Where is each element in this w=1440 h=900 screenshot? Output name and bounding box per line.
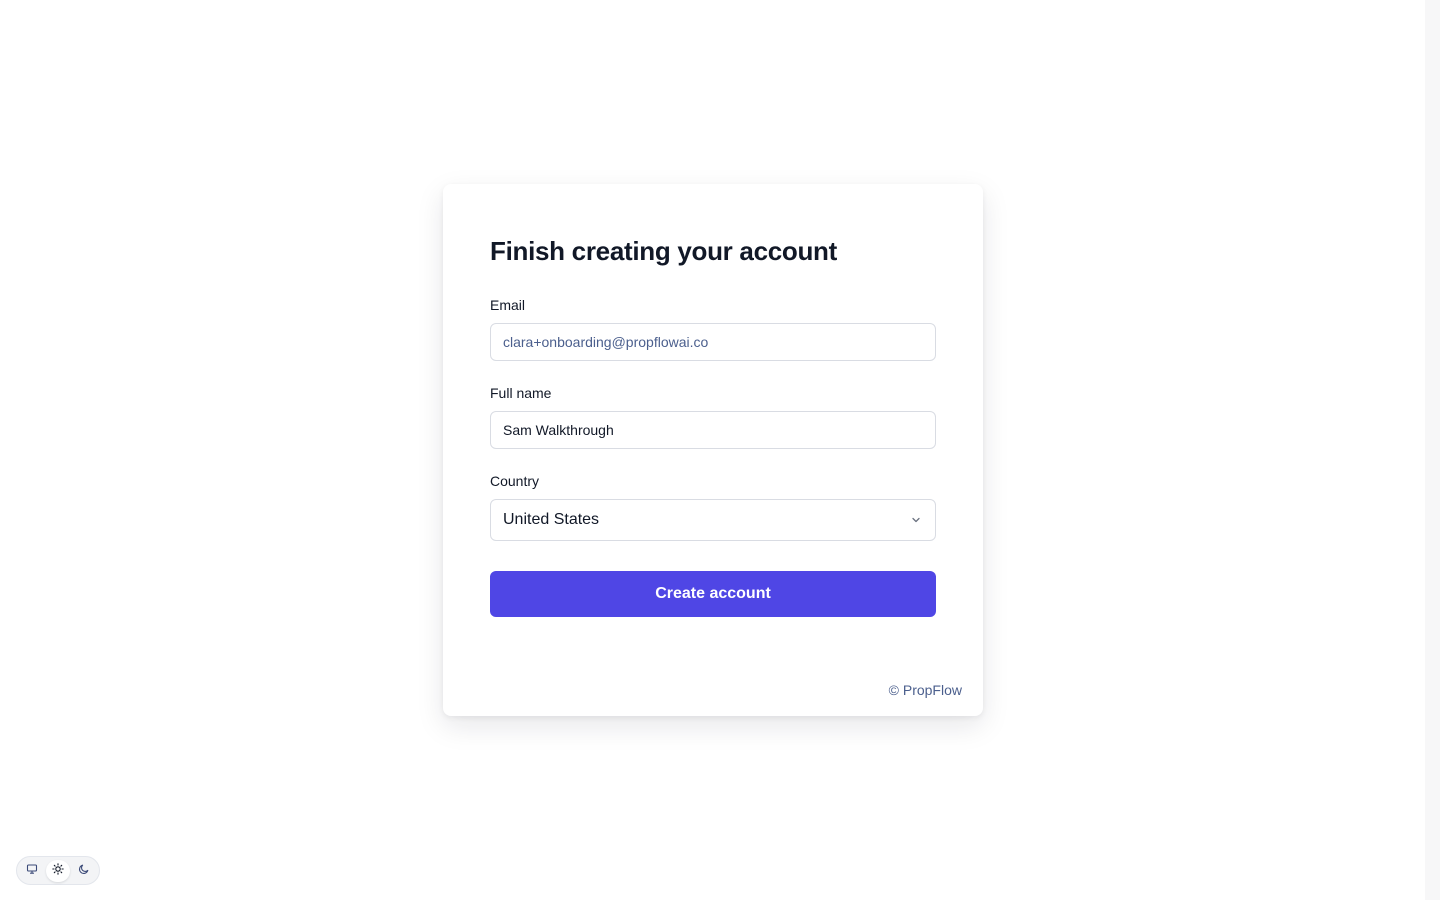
- monitor-icon: [26, 862, 38, 880]
- chevron-down-icon: [911, 515, 921, 525]
- scrollbar-track: [1425, 0, 1440, 900]
- full-name-label: Full name: [490, 385, 552, 401]
- email-label: Email: [490, 297, 526, 313]
- copyright-footer: © PropFlow: [888, 682, 962, 698]
- theme-system-button[interactable]: [20, 860, 44, 882]
- theme-dark-button[interactable]: [72, 860, 96, 882]
- email-field-value: clara+onboarding@propflowai.co: [503, 334, 709, 350]
- country-selected-value: United States: [503, 511, 600, 528]
- moon-icon: [78, 862, 90, 880]
- theme-switcher: [16, 856, 100, 885]
- signup-card: Finish creating your account Email clara…: [443, 184, 983, 716]
- country-select[interactable]: United States: [490, 499, 936, 541]
- email-field[interactable]: clara+onboarding@propflowai.co: [490, 323, 936, 361]
- full-name-field-value: Sam Walkthrough: [503, 422, 614, 438]
- create-account-button[interactable]: Create account: [490, 571, 936, 617]
- country-label: Country: [490, 473, 540, 489]
- theme-light-button[interactable]: [46, 859, 70, 882]
- full-name-field[interactable]: Sam Walkthrough: [490, 411, 936, 449]
- sun-icon: [52, 862, 64, 880]
- page-title: Finish creating your account: [490, 236, 837, 266]
